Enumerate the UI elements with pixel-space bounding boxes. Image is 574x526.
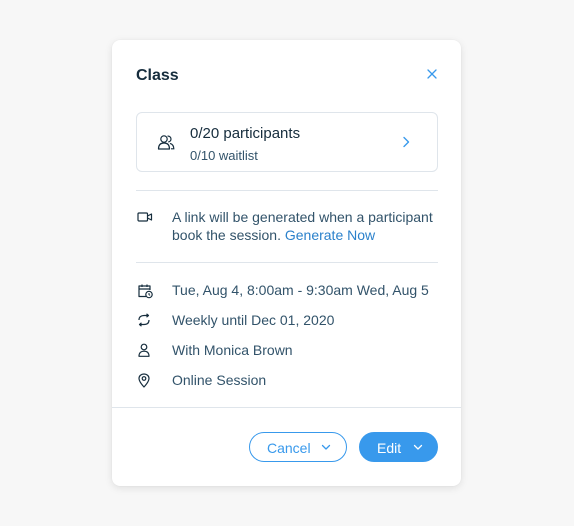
- chevron-down-icon: [413, 444, 423, 450]
- divider: [136, 262, 438, 263]
- video-message-line1: A link will be generated when a particip…: [172, 209, 433, 225]
- video-message-line2: book the session.: [172, 227, 281, 243]
- video-message-line2-wrap: book the session. Generate Now: [172, 226, 442, 244]
- participants-card[interactable]: 0/20 participants 0/10 waitlist: [136, 112, 438, 172]
- participants-count: 0/20 participants: [190, 125, 301, 142]
- chevron-right-icon: [403, 136, 410, 148]
- video-link-message: A link will be generated when a particip…: [172, 208, 442, 244]
- location-pin-icon: [138, 373, 150, 388]
- dialog-title: Class: [136, 67, 179, 84]
- cancel-button-label: Cancel: [267, 440, 311, 456]
- edit-button[interactable]: Edit: [359, 432, 438, 462]
- person-icon: [138, 343, 150, 357]
- waitlist-count: 0/10 waitlist: [190, 148, 258, 163]
- video-camera-icon: [137, 212, 153, 222]
- chevron-down-icon: [321, 444, 331, 450]
- staff-name: With Monica Brown: [172, 342, 293, 358]
- recurrence-text: Weekly until Dec 01, 2020: [172, 312, 335, 328]
- footer-divider: [112, 407, 461, 408]
- edit-button-label: Edit: [377, 440, 402, 456]
- session-datetime: Tue, Aug 4, 8:00am - 9:30am Wed, Aug 5: [172, 282, 429, 298]
- repeat-icon: [138, 313, 150, 327]
- close-icon[interactable]: [425, 67, 439, 81]
- people-icon: [157, 135, 175, 150]
- location-text: Online Session: [172, 372, 267, 388]
- class-details-dialog: Class 0/20 participants 0/10 waitlist A …: [112, 40, 461, 486]
- calendar-clock-icon: [138, 284, 153, 299]
- generate-now-link[interactable]: Generate Now: [285, 227, 375, 243]
- cancel-button[interactable]: Cancel: [249, 432, 347, 462]
- divider: [136, 190, 438, 191]
